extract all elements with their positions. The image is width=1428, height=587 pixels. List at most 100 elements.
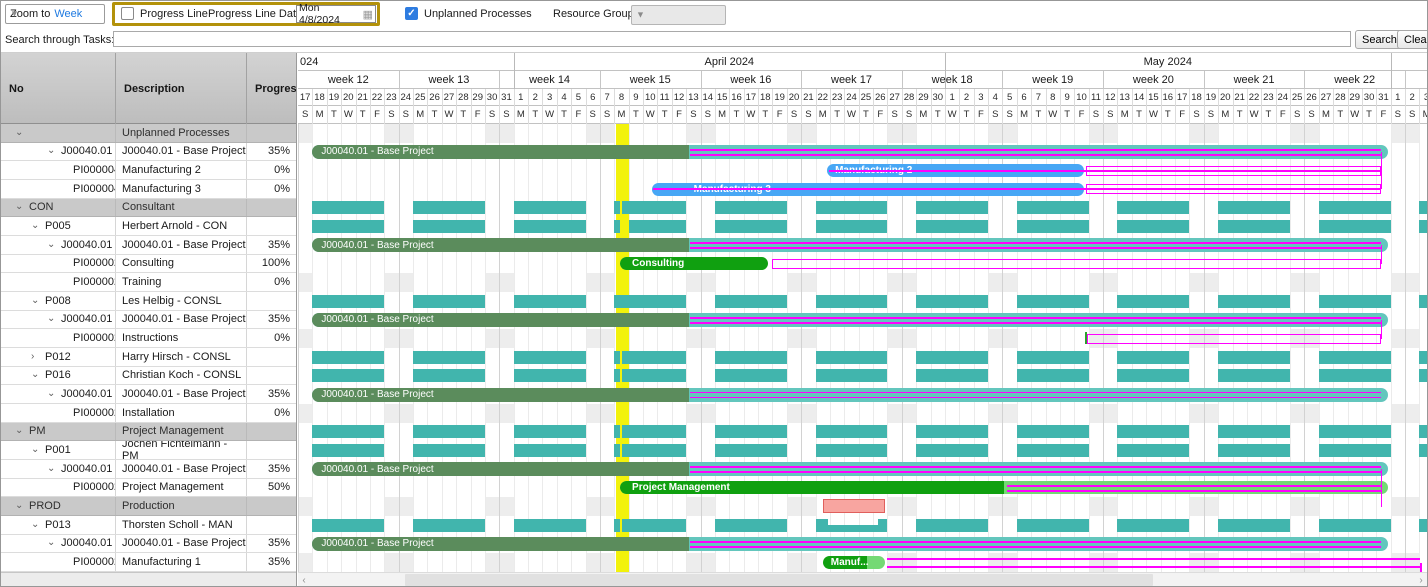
resource-utilization-bar[interactable] xyxy=(1117,351,1189,364)
resource-utilization-bar[interactable] xyxy=(916,295,988,308)
resource-utilization-bar[interactable] xyxy=(916,444,988,457)
day-number-cell[interactable]: 22 xyxy=(370,89,384,105)
search-input[interactable] xyxy=(113,31,1351,47)
resource-utilization-bar[interactable] xyxy=(1319,201,1391,214)
month-header-cell[interactable]: April 2024 xyxy=(514,53,945,70)
day-number-cell[interactable]: 1 xyxy=(945,89,959,105)
chevron-expanded-icon[interactable]: ⌄ xyxy=(47,146,55,157)
day-number-cell[interactable]: 20 xyxy=(787,89,801,105)
day-number-cell[interactable]: 12 xyxy=(672,89,686,105)
resource-utilization-bar[interactable] xyxy=(1319,425,1391,438)
chevron-expanded-icon[interactable]: ⌄ xyxy=(47,314,55,325)
resource-utilization-bar[interactable] xyxy=(1017,369,1089,382)
day-number-cell[interactable]: 6 xyxy=(1017,89,1031,105)
resource-utilization-bar[interactable] xyxy=(1319,295,1391,308)
resource-utilization-bar[interactable] xyxy=(1419,369,1427,382)
table-row[interactable]: ⌄Unplanned Processes xyxy=(1,124,296,143)
resource-utilization-bar[interactable] xyxy=(1218,369,1290,382)
resource-utilization-bar[interactable] xyxy=(312,369,384,382)
week-header-cell[interactable]: week 17 xyxy=(801,71,902,88)
day-number-cell[interactable]: 26 xyxy=(873,89,887,105)
table-row[interactable]: ⌄P008Les Helbig - CONSL xyxy=(1,292,296,311)
resource-utilization-bar[interactable] xyxy=(1319,444,1391,457)
day-number-cell[interactable]: 21 xyxy=(801,89,815,105)
day-number-cell[interactable]: 18 xyxy=(1189,89,1203,105)
day-number-cell[interactable]: 21 xyxy=(356,89,370,105)
resource-utilization-bar[interactable] xyxy=(1419,295,1427,308)
day-number-cell[interactable]: 24 xyxy=(1276,89,1290,105)
resource-utilization-bar[interactable] xyxy=(1117,295,1189,308)
day-number-cell[interactable]: 24 xyxy=(399,89,413,105)
day-number-cell[interactable]: 30 xyxy=(485,89,499,105)
day-number-cell[interactable]: 4 xyxy=(557,89,571,105)
day-number-cell[interactable]: 2 xyxy=(959,89,973,105)
resource-utilization-bar[interactable] xyxy=(715,351,787,364)
day-number-cell[interactable]: 5 xyxy=(571,89,585,105)
resource-utilization-bar[interactable] xyxy=(413,519,485,532)
resource-utilization-bar[interactable] xyxy=(622,201,686,214)
resource-utilization-bar[interactable] xyxy=(816,201,888,214)
zoom-to-select[interactable]: Zoom to Week ▼ xyxy=(5,4,105,24)
chevron-expanded-icon[interactable]: ⌄ xyxy=(31,220,39,231)
resource-utilization-bar[interactable] xyxy=(514,369,586,382)
day-number-cell[interactable]: 10 xyxy=(643,89,657,105)
table-row[interactable]: ⌄J00040.01J00040.01 - Base Project35% xyxy=(1,143,296,162)
day-number-cell[interactable]: 17 xyxy=(1175,89,1189,105)
day-number-cell[interactable]: 8 xyxy=(614,89,628,105)
chevron-expanded-icon[interactable]: ⌄ xyxy=(47,388,55,399)
project-bar[interactable]: J00040.01 - Base Project xyxy=(312,145,1387,159)
day-number-cell[interactable]: 27 xyxy=(887,89,901,105)
chevron-expanded-icon[interactable]: ⌄ xyxy=(15,202,23,213)
project-bar[interactable]: J00040.01 - Base Project xyxy=(312,462,1387,476)
resource-utilization-bar[interactable] xyxy=(1319,369,1391,382)
day-number-cell[interactable]: 25 xyxy=(1290,89,1304,105)
resource-utilization-bar[interactable] xyxy=(514,519,586,532)
week-header-cell[interactable] xyxy=(1405,71,1427,88)
resource-utilization-bar[interactable] xyxy=(312,295,384,308)
resource-utilization-bar[interactable] xyxy=(1319,519,1391,532)
chevron-expanded-icon[interactable]: ⌄ xyxy=(47,463,55,474)
project-bar[interactable]: J00040.01 - Base Project xyxy=(312,313,1387,327)
day-number-cell[interactable]: 22 xyxy=(816,89,830,105)
column-header-progress[interactable]: Progress xyxy=(247,53,296,124)
resource-utilization-bar[interactable] xyxy=(1117,201,1189,214)
resource-utilization-bar[interactable] xyxy=(1017,444,1089,457)
day-number-cell[interactable]: 3 xyxy=(542,89,556,105)
resource-utilization-bar[interactable] xyxy=(1017,519,1089,532)
day-number-cell[interactable]: 23 xyxy=(830,89,844,105)
day-number-cell[interactable]: 13 xyxy=(1117,89,1131,105)
day-number-cell[interactable]: 19 xyxy=(327,89,341,105)
resource-utilization-bar[interactable] xyxy=(916,425,988,438)
chevron-expanded-icon[interactable]: ⌄ xyxy=(47,538,55,549)
resource-utilization-bar[interactable] xyxy=(916,220,988,233)
resource-utilization-bar[interactable] xyxy=(312,351,384,364)
day-number-cell[interactable]: 21 xyxy=(1233,89,1247,105)
resource-utilization-bar[interactable] xyxy=(1117,519,1189,532)
table-row[interactable]: ⌄J00040.01J00040.01 - Base Project35% xyxy=(1,460,296,479)
resource-utilization-bar[interactable] xyxy=(715,220,787,233)
day-number-cell[interactable]: 12 xyxy=(1103,89,1117,105)
day-number-cell[interactable]: 13 xyxy=(686,89,700,105)
day-number-cell[interactable]: 28 xyxy=(1333,89,1347,105)
chevron-expanded-icon[interactable]: ⌄ xyxy=(31,519,39,530)
day-number-cell[interactable]: 1 xyxy=(1391,89,1405,105)
day-number-cell[interactable]: 2 xyxy=(528,89,542,105)
column-header-no[interactable]: No xyxy=(1,53,116,124)
unplanned-processes-checkbox[interactable]: ✓ xyxy=(405,7,418,20)
day-number-cell[interactable]: 20 xyxy=(341,89,355,105)
chevron-expanded-icon[interactable]: ⌄ xyxy=(47,239,55,250)
day-number-cell[interactable]: 3 xyxy=(1419,89,1427,105)
day-number-cell[interactable]: 11 xyxy=(1089,89,1103,105)
resource-utilization-bar[interactable] xyxy=(312,220,384,233)
day-number-cell[interactable]: 27 xyxy=(1319,89,1333,105)
resource-utilization-bar[interactable] xyxy=(1419,425,1427,438)
chevron-expanded-icon[interactable]: ⌄ xyxy=(31,444,39,455)
resource-utilization-bar[interactable] xyxy=(622,369,686,382)
progress-line-checkbox[interactable] xyxy=(121,7,134,20)
day-number-cell[interactable]: 18 xyxy=(758,89,772,105)
task-bar-green[interactable]: Consulting xyxy=(620,257,768,270)
resource-utilization-bar[interactable] xyxy=(816,351,888,364)
day-number-cell[interactable]: 30 xyxy=(1362,89,1376,105)
day-number-cell[interactable]: 17 xyxy=(298,89,312,105)
day-number-cell[interactable]: 17 xyxy=(744,89,758,105)
